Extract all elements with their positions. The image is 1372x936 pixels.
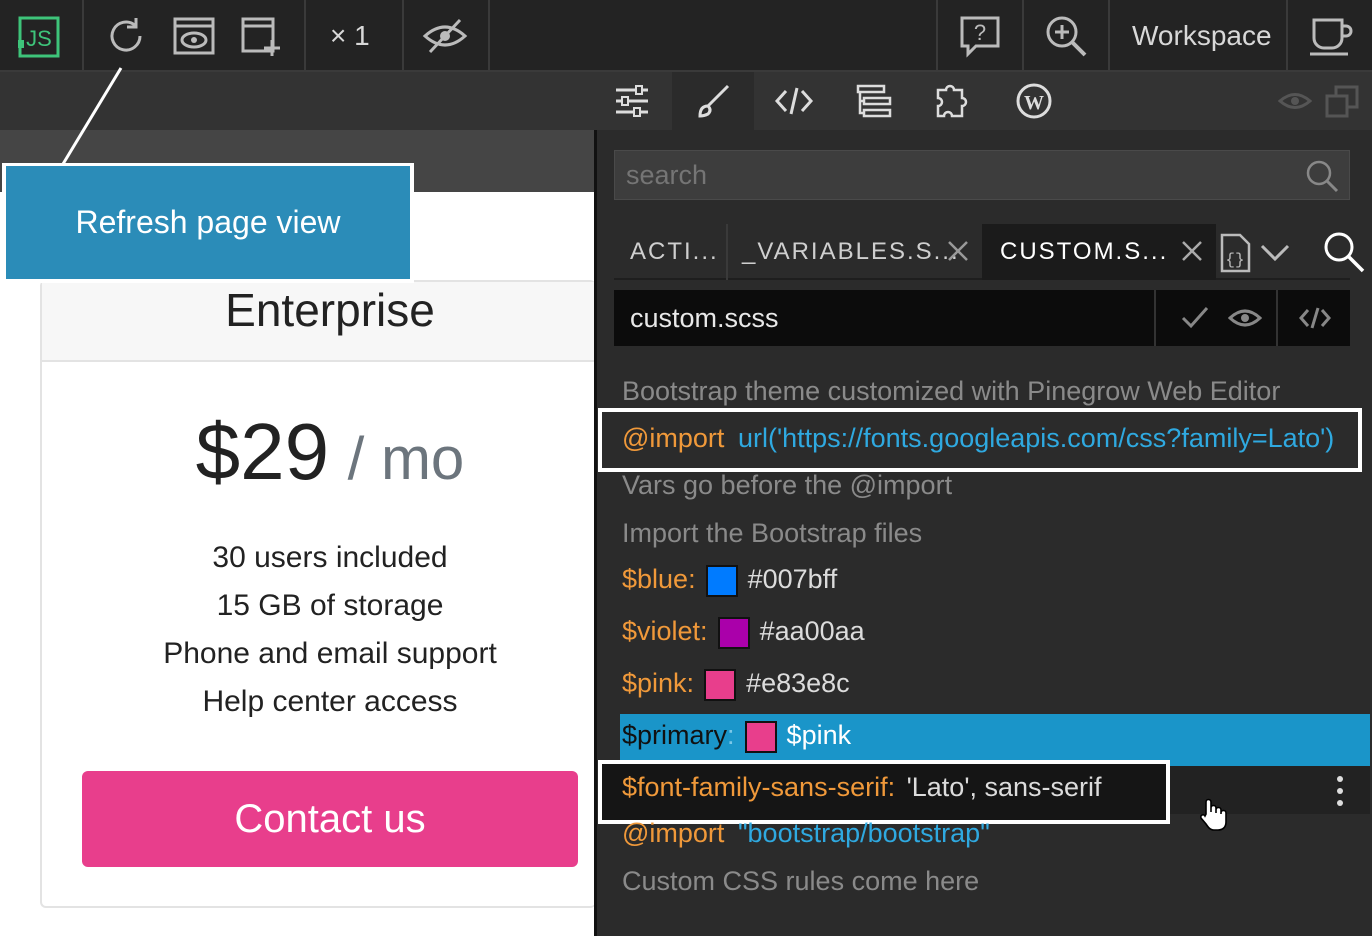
wordpress-icon[interactable]: W — [1014, 82, 1054, 120]
hide-eye-icon[interactable] — [422, 16, 468, 56]
import-keyword: @import — [622, 818, 725, 848]
more-options-icon[interactable] — [1330, 774, 1350, 808]
color-swatch[interactable] — [704, 668, 737, 701]
eye-icon[interactable] — [1228, 304, 1262, 332]
variable-blue[interactable]: $blue: #007bff — [622, 564, 837, 597]
feature-list: 30 users included 15 GB of storage Phone… — [42, 534, 618, 726]
svg-text:?: ? — [974, 20, 986, 45]
variable-value: #007bff — [747, 564, 838, 594]
tab-variables[interactable]: _VARIABLES.S... — [728, 224, 982, 280]
top-toolbar: JS × 1 ? Workspace — [0, 0, 1372, 72]
variable-colon: : — [727, 720, 735, 750]
variable-font-family[interactable]: $font-family-sans-serif: 'Lato', sans-se… — [622, 772, 1102, 803]
comment-line: Vars go before the @import — [622, 470, 953, 500]
stylesheet-file-icon[interactable]: {} — [1218, 232, 1252, 274]
file-name-bar: custom.scss — [614, 290, 1350, 346]
close-icon[interactable] — [1180, 238, 1204, 269]
panel-tabs-bar: W — [0, 72, 1372, 130]
search-input[interactable] — [615, 151, 1295, 199]
preview-window-icon[interactable] — [172, 14, 216, 58]
tab-variables-label: _VARIABLES.S... — [742, 238, 960, 265]
puzzle-icon[interactable] — [934, 82, 974, 120]
feature-item: Phone and email support — [163, 637, 497, 670]
variable-colon: : — [686, 668, 695, 698]
workspace-button[interactable]: Workspace — [1132, 18, 1272, 54]
code-icon[interactable] — [1298, 304, 1332, 332]
coffee-cup-icon[interactable] — [1308, 14, 1354, 58]
color-swatch[interactable] — [717, 616, 750, 649]
style-tab-active[interactable] — [672, 72, 754, 130]
variable-violet[interactable]: $violet: #aa00aa — [622, 616, 865, 649]
import-line[interactable]: @import "bootstrap/bootstrap" — [622, 818, 990, 849]
search-icon[interactable] — [1322, 230, 1366, 274]
variable-colon: : — [688, 564, 696, 594]
chevron-down-icon[interactable] — [1258, 240, 1292, 264]
file-tabs: ACTI... _VARIABLES.S... CUSTOM.S... {} — [614, 224, 1365, 280]
import-keyword: @import — [622, 423, 725, 453]
contact-us-button[interactable]: Contact us — [82, 771, 578, 867]
close-icon[interactable] — [946, 238, 970, 269]
svg-text:W: W — [1024, 92, 1044, 114]
variable-name: $primary — [622, 720, 728, 750]
variable-colon: : — [700, 616, 708, 646]
feature-item: 15 GB of storage — [216, 589, 444, 622]
tree-icon[interactable] — [854, 82, 894, 120]
variable-value: #e83e8c — [746, 668, 850, 698]
refresh-icon[interactable] — [104, 14, 148, 58]
search-box — [614, 150, 1350, 200]
tab-custom-active[interactable]: CUSTOM.S... — [982, 224, 1216, 280]
tab-custom-label: CUSTOM.S... — [1000, 238, 1169, 265]
color-swatch[interactable] — [705, 564, 738, 597]
new-page-icon[interactable] — [240, 14, 284, 58]
detach-panel-icon[interactable] — [1324, 84, 1360, 118]
variable-name: $violet — [622, 616, 701, 646]
feature-item: Help center access — [202, 685, 458, 718]
zoom-in-icon[interactable] — [1044, 14, 1088, 58]
import-url: url('https://fonts.googleapis.com/css?fa… — [737, 423, 1335, 453]
feature-item: 30 users included — [212, 541, 448, 574]
plan-title: Enterprise — [225, 284, 435, 336]
check-icon[interactable] — [1180, 304, 1210, 332]
pinegrow-logo-icon[interactable]: JS — [18, 16, 60, 58]
refresh-callout: Refresh page view — [2, 163, 414, 283]
search-icon[interactable] — [1305, 159, 1339, 193]
variable-value: 'Lato', sans-serif — [906, 772, 1102, 802]
variable-name: $pink — [622, 668, 687, 698]
variable-value: #aa00aa — [759, 616, 865, 646]
import-path: "bootstrap/bootstrap" — [737, 818, 990, 848]
paintbrush-icon — [694, 82, 732, 120]
code-icon[interactable] — [774, 82, 814, 120]
zoom-level[interactable]: × 1 — [330, 18, 370, 54]
tab-actions[interactable]: ACTI... — [614, 224, 726, 280]
comment-line: Bootstrap theme customized with Pinegrow… — [622, 376, 1281, 406]
price-amount: $29 — [195, 407, 330, 496]
variable-value: $pink — [786, 720, 852, 750]
visibility-eye-icon[interactable] — [1278, 88, 1312, 114]
comment-line: Import the Bootstrap files — [622, 518, 923, 548]
svg-text:JS: JS — [26, 26, 52, 51]
callout-pointer-line — [61, 67, 123, 165]
variable-colon: : — [887, 772, 896, 802]
file-name: custom.scss — [630, 302, 779, 333]
variable-name: $font-family-sans-serif — [622, 772, 888, 802]
hand-cursor-icon — [1198, 796, 1228, 832]
variable-pink[interactable]: $pink: #e83e8c — [622, 668, 850, 701]
help-icon[interactable]: ? — [958, 14, 1002, 58]
svg-text:{}: {} — [1225, 251, 1244, 269]
properties-sliders-icon[interactable] — [612, 82, 652, 120]
variable-name: $blue — [622, 564, 689, 594]
color-swatch[interactable] — [744, 720, 777, 753]
variable-primary[interactable]: $primary: $pink — [622, 720, 851, 753]
price-block: $29 / mo — [42, 406, 618, 506]
comment-line: Custom CSS rules come here — [622, 866, 980, 896]
import-line[interactable]: @import url('https://fonts.googleapis.co… — [622, 423, 1334, 454]
price-period: / mo — [347, 425, 465, 492]
